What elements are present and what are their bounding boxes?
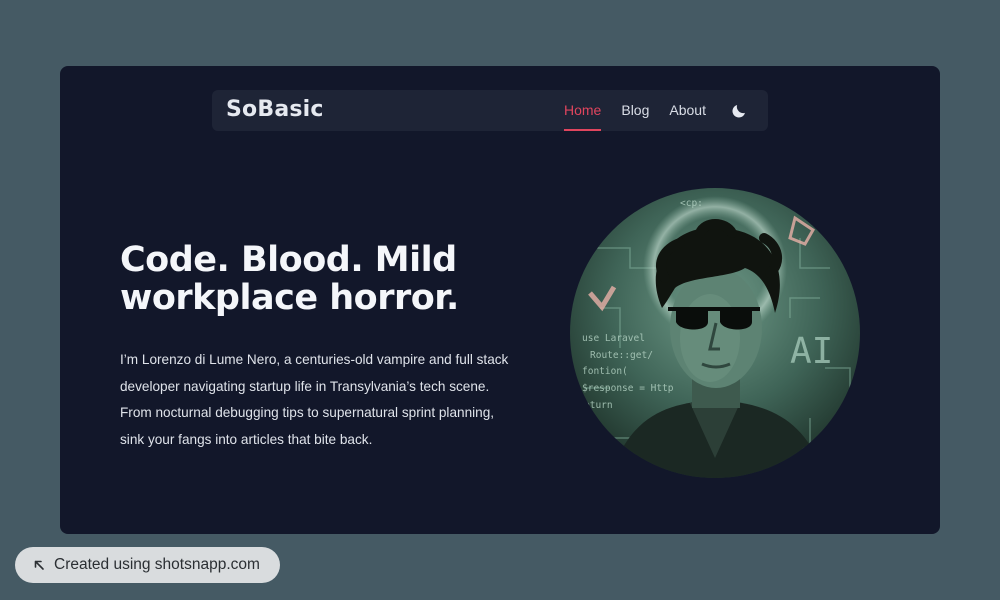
hero-title: Code. Blood. Mild workplace horror.: [120, 240, 459, 318]
portrait-code-line: $response = Http: [582, 383, 674, 394]
portrait-code-line: AI: [790, 331, 833, 372]
nav-item-blog[interactable]: Blog: [621, 90, 649, 131]
moon-icon: [732, 105, 745, 118]
hero-description: I’m Lorenzo di Lume Nero, a centuries-ol…: [120, 352, 509, 447]
nav-item-home[interactable]: Home: [564, 90, 602, 131]
site-logo[interactable]: SoBasic: [226, 97, 324, 122]
browser-window: SoBasic Home Blog About Code. Blood. Mil…: [60, 66, 940, 534]
portrait-code-line: use Laravel: [582, 333, 645, 344]
author-portrait: use Laravel Route::get/ fontion( $respon…: [570, 188, 860, 478]
arrow-up-left-icon: [34, 560, 44, 570]
portrait-code-line: eturn: [584, 400, 613, 411]
shotsnapp-badge[interactable]: Created using shotsnapp.com: [15, 547, 280, 583]
nav-item-about[interactable]: About: [669, 90, 706, 131]
theme-toggle-button[interactable]: [730, 102, 748, 120]
portrait-code-line: fontion(: [582, 366, 628, 377]
portrait-code-line: Route::get/: [590, 350, 653, 361]
portrait-illustration: use Laravel Route::get/ fontion( $respon…: [570, 188, 860, 478]
navbar: SoBasic Home Blog About: [212, 90, 768, 131]
badge-label: Created using shotsnapp.com: [54, 556, 260, 573]
portrait-code-line: <cp:: [680, 198, 703, 209]
nav-links: Home Blog About: [564, 90, 706, 131]
